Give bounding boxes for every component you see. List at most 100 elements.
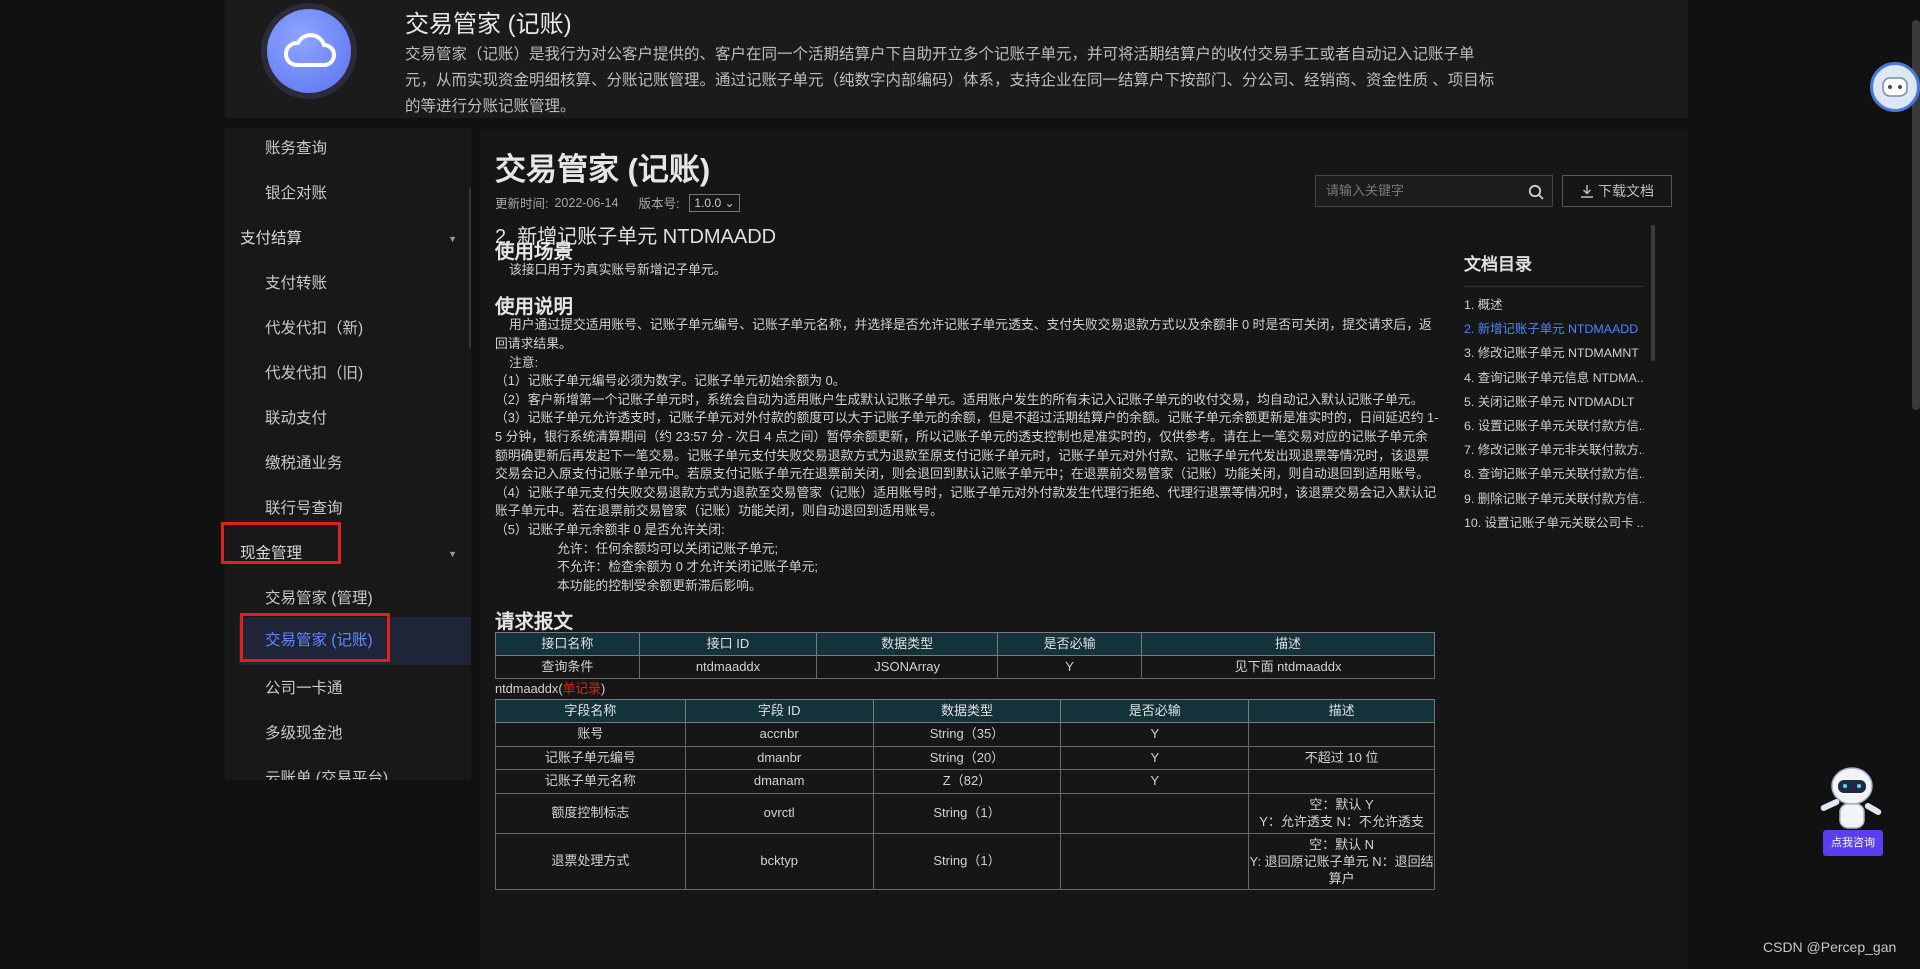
sidebar-item-label: 交易管家 (管理)	[265, 590, 373, 607]
table-cell: dmanam	[684, 769, 874, 794]
table-cell: 记账子单元名称	[495, 769, 686, 794]
table-cell	[1248, 722, 1435, 747]
table-cell: String（1）	[872, 792, 1062, 834]
sidebar-item-label: 多级现金池	[265, 725, 343, 742]
desc-title: 使用说明	[495, 295, 574, 318]
table-row: 额度控制标志 ovrctl String（1） 空：默认 Y Y：允许透支 N：…	[495, 792, 1435, 834]
table-cell: Y	[1060, 745, 1250, 771]
toc-item[interactable]: 5. 关闭记账子单元 NTDMADLT	[1464, 392, 1644, 416]
ntdmaaddx-caption: ntdmaaddx(单记录)	[495, 679, 1440, 699]
highlight-box-active-item	[240, 613, 390, 662]
toc-item[interactable]: 6. 设置记账子单元关联付款方信...	[1464, 416, 1644, 440]
toc-item[interactable]: 9. 删除记账子单元关联付款方信...	[1464, 489, 1644, 513]
sidebar-item-account-query[interactable]: 账务查询	[225, 128, 471, 170]
doc-toc: 文档目录 1. 概述 2. 新增记账子单元 NTDMAADD 3. 修改记账子单…	[1464, 250, 1654, 537]
table-cell: 退票处理方式	[495, 832, 686, 890]
ntdmaaddx-record-type: 单记录	[562, 681, 601, 697]
updated-label: 更新时间:	[495, 197, 549, 211]
sidebar-item-cloud-bill[interactable]: 云账单 (交易平台)	[225, 758, 471, 780]
watermark: CSDN @Percep_gan	[1763, 939, 1897, 955]
toc-item[interactable]: 1. 概述	[1464, 295, 1644, 319]
sidebar-nav: 账务查询 银企对账 支付结算 ▼ 支付转账 代发代扣（新) 代发代扣（旧) 联动支…	[225, 128, 471, 780]
search-input[interactable]: 请输入关键字	[1315, 175, 1553, 207]
table-header-row: 接口名称 接口 ID 数据类型 是否必输 描述	[495, 631, 1435, 656]
banner-description: 交易管家（记账）是我行为对公客户提供的、客户在同一个活期结算户下自助开立多个记账…	[405, 46, 1495, 115]
table-cell: String（1）	[872, 832, 1062, 890]
sidebar-item-reconciliation[interactable]: 银企对账	[225, 173, 471, 215]
toc-item[interactable]: 4. 查询记账子单元信息 NTDMA...	[1464, 368, 1644, 392]
search-icon[interactable]	[1528, 184, 1544, 200]
toc-divider	[1464, 286, 1644, 287]
table-header-cell: 接口名称	[495, 631, 640, 656]
robot-face-icon	[1882, 77, 1908, 97]
note-item: （4）记账子单元支付失败交易退款方式为退款至交易管家（记账）适用账号时，记账子单…	[495, 484, 1437, 519]
download-doc-button[interactable]: 下载文档	[1562, 175, 1672, 207]
table-cell	[1060, 832, 1250, 890]
sidebar-item-tax[interactable]: 缴税通业务	[225, 443, 471, 485]
table-cell: bcktyp	[684, 832, 874, 890]
note-item: （5）记账子单元余额非 0 是否允许关闭:	[495, 521, 725, 537]
toc-item[interactable]: 10. 设置记账子单元关联公司卡 ...	[1464, 513, 1644, 537]
toc-item[interactable]: 3. 修改记账子单元 NTDMAMNT	[1464, 343, 1644, 367]
sidebar-item-linked-payment[interactable]: 联动支付	[225, 398, 471, 440]
sub-note-item: 不允许：检查余额为 0 才允许关闭记账子单元;	[557, 559, 818, 575]
usage-text: 该接口用于为真实账号新增记子单元。	[509, 262, 727, 278]
doc-body: 2. 新增记账子单元 NTDMAADD 使用场景 该接口用于为真实账号新增记子单…	[495, 227, 1440, 890]
highlight-box-cash-management	[221, 522, 341, 564]
sidebar-group-payment[interactable]: 支付结算 ▼	[225, 218, 471, 260]
updated-value: 2022-06-14	[554, 195, 619, 210]
table-cell: String（35）	[872, 722, 1062, 747]
avatar[interactable]	[1870, 62, 1920, 112]
note-label: 注意:	[509, 354, 539, 370]
table-header-cell: 字段 ID	[684, 699, 874, 724]
consult-button[interactable]: 点我咨询	[1823, 830, 1883, 856]
ntdmaaddx-label: ntdmaaddx(	[495, 681, 563, 697]
toc-item[interactable]: 7. 修改记账子单元非关联付款方...	[1464, 440, 1644, 464]
sidebar-item-label: 公司一卡通	[265, 680, 343, 697]
table-row: 记账子单元编号 dmanbr String（20） Y 不超过 10 位	[495, 745, 1435, 771]
search-placeholder: 请输入关键字	[1326, 183, 1405, 198]
request-title: 请求报文	[495, 611, 574, 634]
field-table: 字段名称 字段 ID 数据类型 是否必输 描述 账号 accnbr String…	[495, 699, 1435, 890]
sidebar-item-payroll-new[interactable]: 代发代扣（新)	[225, 308, 471, 350]
sidebar-item-label: 缴税通业务	[265, 455, 343, 472]
table-header-cell: 描述	[1141, 631, 1435, 656]
table-row: 退票处理方式 bcktyp String（1） 空：默认 N Y: 退回原记账子…	[495, 832, 1435, 890]
version-select[interactable]: 1.0.0 ⌄	[689, 193, 740, 212]
table-cell: Y	[1060, 722, 1250, 747]
table-cell: Z（82）	[872, 769, 1062, 794]
table-cell: 空：默认 Y Y：允许透支 N：不允许透支	[1248, 792, 1435, 834]
table-cell: ntdmaaddx	[638, 654, 818, 680]
sub-note-item: 允许：任何余额均可以关闭记账子单元;	[557, 540, 779, 556]
sidebar-item-transfer[interactable]: 支付转账	[225, 263, 471, 305]
table-header-cell: 接口 ID	[638, 631, 818, 656]
cloud-icon	[283, 33, 336, 67]
banner-title: 交易管家 (记账)	[405, 11, 572, 38]
sidebar-item-label: 支付结算	[240, 230, 303, 247]
toc-item[interactable]: 8. 查询记账子单元关联付款方信...	[1464, 464, 1644, 488]
table-header-cell: 数据类型	[872, 699, 1062, 724]
table-cell: Y	[1060, 769, 1250, 794]
table-cell: JSONArray	[816, 654, 999, 680]
table-cell: 记账子单元编号	[495, 745, 686, 771]
sidebar-scrollbar[interactable]	[469, 188, 471, 348]
toc-scrollbar[interactable]	[1651, 225, 1655, 361]
table-cell: 见下面 ntdmaaddx	[1141, 654, 1435, 680]
sidebar-item-label: 联动支付	[265, 410, 328, 427]
table-header-cell: 是否必输	[997, 631, 1143, 656]
toc-item-active[interactable]: 2. 新增记账子单元 NTDMAADD	[1464, 319, 1644, 343]
version-label: 版本号:	[638, 197, 680, 211]
table-cell: accnbr	[684, 722, 874, 747]
table-cell: ovrctl	[684, 792, 874, 834]
table-header-cell: 描述	[1248, 699, 1435, 724]
table-row: 查询条件 ntdmaaddx JSONArray Y 见下面 ntdmaaddx	[495, 654, 1435, 680]
caret-down-icon: ▼	[448, 234, 457, 244]
table-cell: 额度控制标志	[495, 792, 686, 834]
sidebar-item-company-card[interactable]: 公司一卡通	[225, 668, 471, 710]
product-logo	[261, 3, 357, 99]
sidebar-item-payroll-old[interactable]: 代发代扣（旧)	[225, 353, 471, 395]
download-label: 下载文档	[1598, 183, 1654, 199]
sidebar-item-cash-pool[interactable]: 多级现金池	[225, 713, 471, 755]
table-row: 账号 accnbr String（35） Y	[495, 722, 1435, 747]
table-cell	[1060, 792, 1250, 834]
